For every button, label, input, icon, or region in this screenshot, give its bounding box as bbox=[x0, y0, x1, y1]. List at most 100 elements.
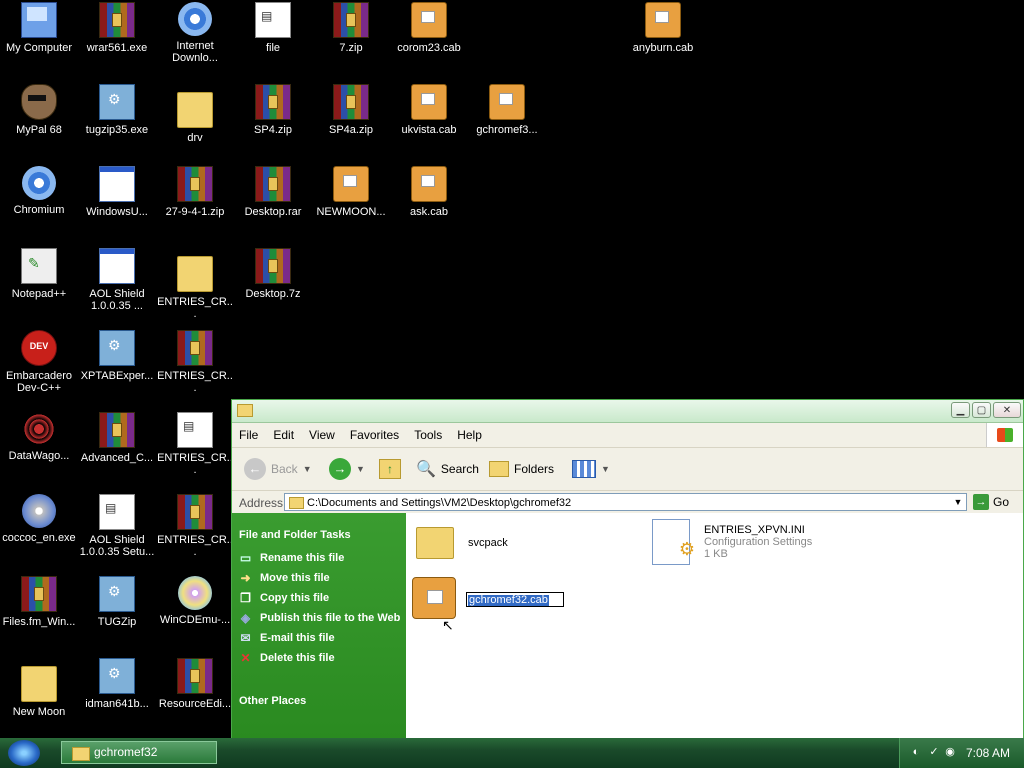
menu-edit[interactable]: Edit bbox=[266, 423, 302, 442]
desktop-icon-label: 7.zip bbox=[339, 42, 363, 54]
desktop-icon-tugzip[interactable]: TUGZip bbox=[78, 576, 156, 628]
desktop-icon-new-moon[interactable]: New Moon bbox=[0, 658, 78, 718]
winrar-archive-icon bbox=[255, 248, 291, 284]
task-publish[interactable]: ◈ Publish this file to the Web bbox=[232, 612, 406, 625]
desktop-icon-27-9-4-1[interactable]: 27-9-4-1.zip bbox=[156, 166, 234, 218]
desktop-icon-filesfm[interactable]: Files.fm_Win... bbox=[0, 576, 78, 628]
desktop-icon-file[interactable]: file bbox=[234, 2, 312, 54]
desktop-icon-aol-shield-setup[interactable]: AOL Shield 1.0.0.35 Setu... bbox=[78, 494, 156, 558]
desktop-icon-tugzip35[interactable]: tugzip35.exe bbox=[78, 84, 156, 136]
desktop-icon-entries-cr-doc[interactable]: ENTRIES_CR... bbox=[156, 412, 234, 476]
desktop-icon-anyburn[interactable]: anyburn.cab bbox=[624, 2, 702, 54]
text-file-icon bbox=[177, 412, 213, 448]
desktop-icon-dev-cpp[interactable]: DEV Embarcadero Dev-C++ bbox=[0, 330, 78, 394]
forward-arrow-icon: → bbox=[329, 458, 351, 480]
tray-icon[interactable]: ✓ bbox=[928, 746, 940, 758]
close-button[interactable]: ✕ bbox=[993, 402, 1021, 418]
tray-icon[interactable]: ◐ bbox=[910, 746, 922, 758]
go-button[interactable]: → Go bbox=[973, 494, 1009, 510]
delete-icon: ✕ bbox=[240, 651, 251, 665]
desktop-icon-7zip[interactable]: 7.zip bbox=[312, 2, 390, 54]
desktop-icon-desktop-7z[interactable]: Desktop.7z bbox=[234, 248, 312, 300]
desktop-icon-mypal[interactable]: MyPal 68 bbox=[0, 84, 78, 136]
desktop-icon-entries-cr-folder[interactable]: ENTRIES_CR... bbox=[156, 248, 234, 320]
desktop-icon-label: Files.fm_Win... bbox=[2, 616, 76, 628]
dev-cpp-icon: DEV bbox=[21, 330, 57, 366]
desktop-icon-ukvista[interactable]: ukvista.cab bbox=[390, 84, 468, 136]
network-icon[interactable]: ◉ bbox=[944, 746, 956, 758]
menu-file[interactable]: File bbox=[232, 423, 266, 442]
other-places-heading[interactable]: Other Places bbox=[232, 665, 406, 707]
desktop-icon-ask-cab[interactable]: ask.cab bbox=[390, 166, 468, 218]
back-button[interactable]: ← Back ▼ bbox=[244, 457, 312, 481]
email-icon: ✉ bbox=[240, 631, 251, 645]
task-label: Rename this file bbox=[260, 552, 345, 564]
taskbar-window-button[interactable]: gchromef32 bbox=[61, 741, 217, 764]
desktop-icon-wincdemu[interactable]: WinCDEmu-... bbox=[156, 576, 234, 626]
desktop-icon-notepad-plus-plus[interactable]: Notepad++ bbox=[0, 248, 78, 300]
desktop-icon-advanced-c[interactable]: Advanced_C... bbox=[78, 412, 156, 464]
search-button[interactable]: 🔍 Search bbox=[416, 457, 479, 481]
chevron-down-icon: ▼ bbox=[356, 464, 365, 474]
up-folder-button[interactable]: ↑ bbox=[379, 457, 401, 481]
file-item-gchromef32-cab[interactable]: gchromef32.cab bbox=[412, 577, 564, 619]
cab-file-icon bbox=[411, 166, 447, 202]
rename-input[interactable]: gchromef32.cab bbox=[466, 592, 564, 607]
views-icon bbox=[572, 460, 596, 478]
desktop-icon-sp4-zip[interactable]: SP4.zip bbox=[234, 84, 312, 136]
folder-item-svcpack[interactable]: svcpack bbox=[416, 523, 508, 559]
task-delete[interactable]: ✕ Delete this file bbox=[232, 652, 406, 665]
desktop-icon-windowsu[interactable]: WindowsU... bbox=[78, 166, 156, 218]
winrar-archive-icon bbox=[177, 330, 213, 366]
desktop-icon-corom23[interactable]: corom23.cab bbox=[390, 2, 468, 54]
desktop-icon-label: ENTRIES_CR... bbox=[157, 452, 233, 476]
task-move[interactable]: ➜ Move this file bbox=[232, 572, 406, 585]
menu-view[interactable]: View bbox=[302, 423, 343, 442]
cab-file-icon bbox=[411, 2, 447, 38]
desktop-icon-sp4a-zip[interactable]: SP4a.zip bbox=[312, 84, 390, 136]
views-button[interactable]: ▼ bbox=[572, 457, 610, 481]
desktop-icon-label: Chromium bbox=[13, 204, 65, 216]
desktop-icon-datawagon[interactable]: DataWago... bbox=[0, 412, 78, 462]
desktop-icon-idman[interactable]: idman641b... bbox=[78, 658, 156, 710]
task-rename[interactable]: ▭ Rename this file bbox=[232, 552, 406, 565]
desktop-icon-label: Desktop.rar bbox=[244, 206, 302, 218]
window-titlebar[interactable]: ▁ ▢ ✕ bbox=[232, 400, 1023, 423]
menu-tools[interactable]: Tools bbox=[407, 423, 450, 442]
chevron-down-icon[interactable]: ▼ bbox=[950, 494, 966, 510]
desktop-icon-drv[interactable]: drv bbox=[156, 84, 234, 144]
menu-favorites[interactable]: Favorites bbox=[343, 423, 407, 442]
desktop-icon-desktop-rar[interactable]: Desktop.rar bbox=[234, 166, 312, 218]
desktop-icon-chromium[interactable]: Chromium bbox=[0, 166, 78, 216]
desktop-icon-aol-shield[interactable]: AOL Shield 1.0.0.35 ... bbox=[78, 248, 156, 312]
desktop-icon-xptabexper[interactable]: XPTABExper... bbox=[78, 330, 156, 382]
maximize-button[interactable]: ▢ bbox=[972, 402, 991, 418]
clock[interactable]: 7:08 AM bbox=[966, 746, 1010, 760]
address-input[interactable]: C:\Documents and Settings\VM2\Desktop\gc… bbox=[284, 493, 967, 511]
desktop-icon-coccoc[interactable]: coccoc_en.exe bbox=[0, 494, 78, 544]
folders-button[interactable]: Folders bbox=[489, 457, 554, 481]
desktop-icon-entries-cr-rar2[interactable]: ENTRIES_CR... bbox=[156, 494, 234, 558]
gear-icon: ⚙ bbox=[678, 539, 695, 559]
cab-file-icon bbox=[645, 2, 681, 38]
task-email[interactable]: ✉ E-mail this file bbox=[232, 632, 406, 645]
forward-button[interactable]: → ▼ bbox=[329, 457, 365, 481]
desktop-icon-gchromef3[interactable]: gchromef3... bbox=[468, 84, 546, 136]
menu-help[interactable]: Help bbox=[450, 423, 490, 442]
application-window-icon bbox=[99, 248, 135, 284]
desktop-icon-entries-cr-rar1[interactable]: ENTRIES_CR... bbox=[156, 330, 234, 394]
desktop-icon-resourceedi[interactable]: ResourceEdi... bbox=[156, 658, 234, 710]
chromium-icon bbox=[22, 166, 56, 200]
folder-icon bbox=[21, 666, 57, 702]
desktop-icon-wrar561[interactable]: wrar561.exe bbox=[78, 2, 156, 54]
desktop-icon-newmoon-cab[interactable]: NEWMOON... bbox=[312, 166, 390, 218]
minimize-button[interactable]: ▁ bbox=[951, 402, 970, 418]
text-file-icon bbox=[99, 494, 135, 530]
winrar-archive-icon bbox=[255, 84, 291, 120]
task-copy[interactable]: ❐ Copy this file bbox=[232, 592, 406, 605]
file-folder-tasks-heading[interactable]: File and Folder Tasks bbox=[232, 513, 406, 541]
desktop-icon-my-computer[interactable]: My Computer bbox=[0, 2, 78, 54]
desktop-icon-internet-download[interactable]: Internet Downlo... bbox=[156, 2, 234, 64]
start-button[interactable] bbox=[8, 740, 40, 766]
file-item-entries-xpvn-ini[interactable]: ⚙ ENTRIES_XPVN.INI Configuration Setting… bbox=[652, 519, 812, 565]
